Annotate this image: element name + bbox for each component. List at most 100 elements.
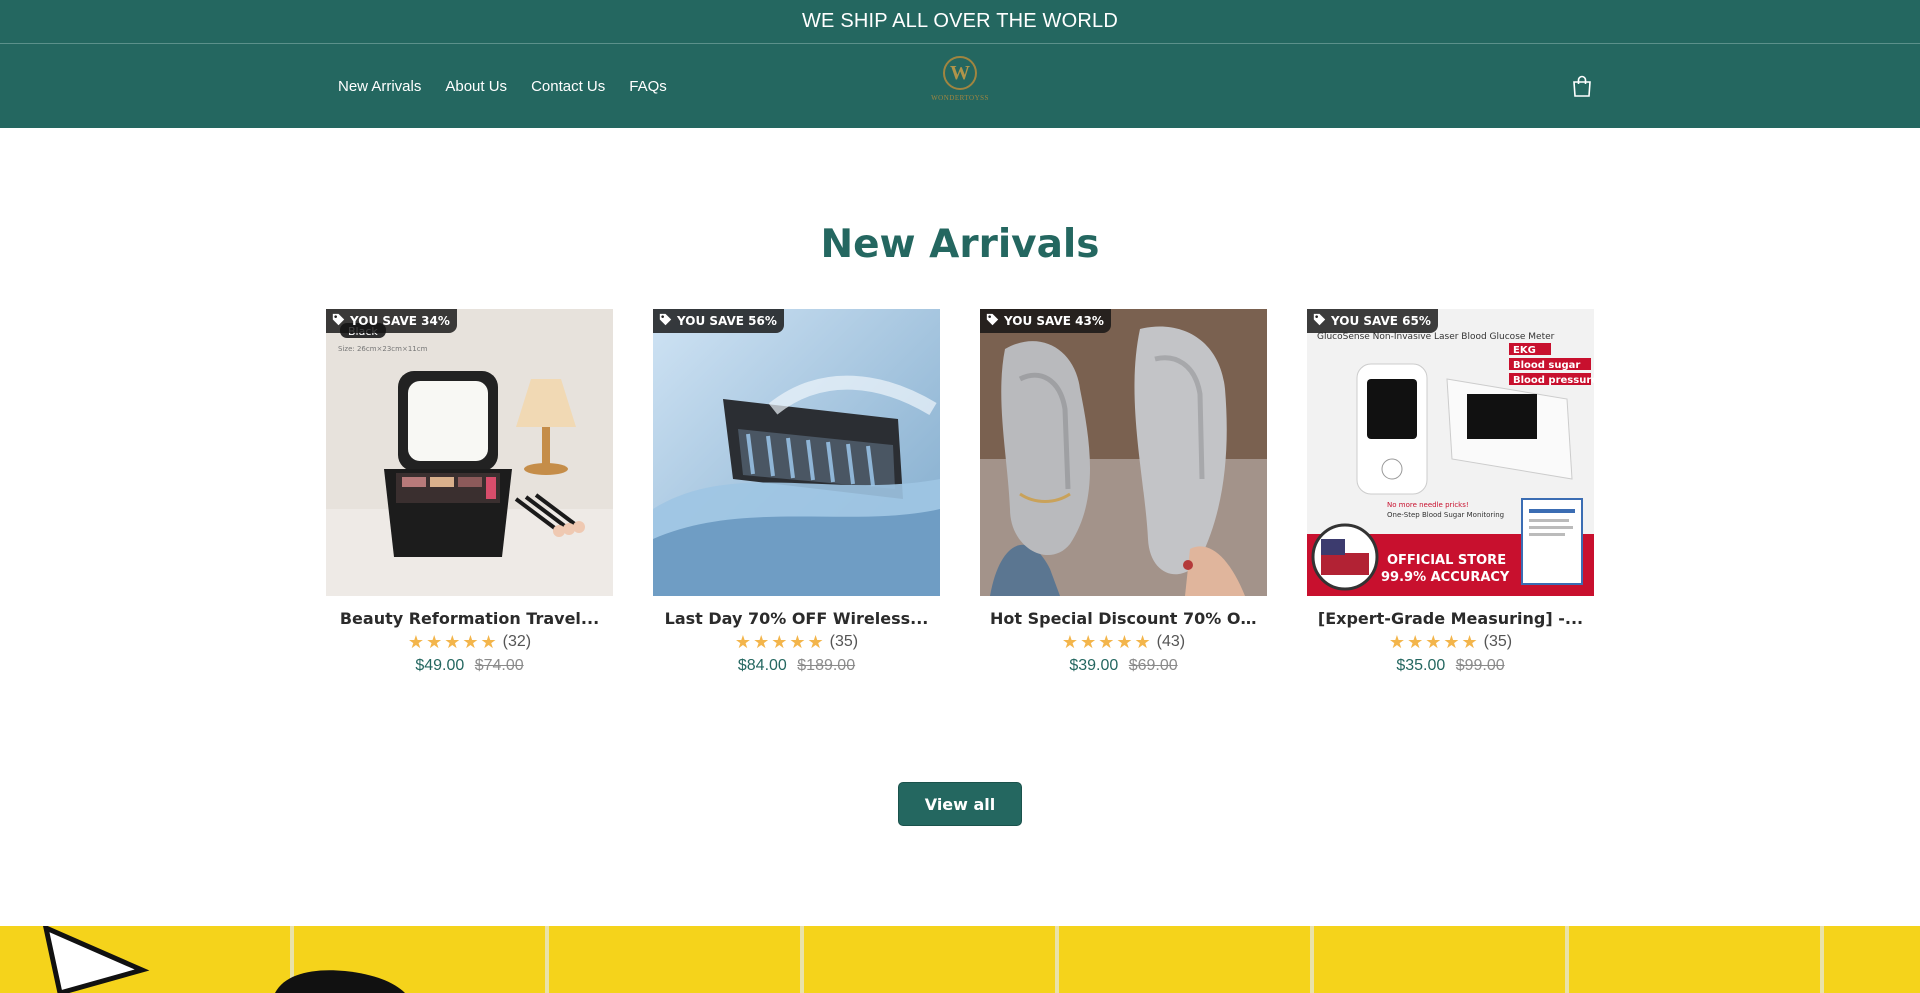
star-icon: ★ — [426, 632, 443, 652]
badge-text: YOU SAVE 34% — [350, 314, 450, 328]
sale-price: $84.00 — [737, 657, 787, 674]
product-rating: ★ ★ ★ ★ ★ (35) — [1307, 633, 1594, 651]
compare-price: $69.00 — [1128, 657, 1178, 674]
nav-new-arrivals[interactable]: New Arrivals — [338, 78, 421, 95]
section-title: New Arrivals — [820, 222, 1100, 267]
svg-text:99.9% ACCURACY: 99.9% ACCURACY — [1381, 570, 1510, 585]
star-icon: ★ — [789, 632, 806, 652]
discount-badge: YOU SAVE 56% — [653, 309, 784, 333]
air-cooler-image — [653, 309, 940, 596]
product-rating: ★ ★ ★ ★ ★ (35) — [653, 633, 940, 651]
svg-text:OFFICIAL STORE: OFFICIAL STORE — [1387, 553, 1506, 568]
store-logo[interactable]: W WONDERTOYSS — [926, 56, 994, 112]
product-card[interactable]: GlucoSense Non-Invasive Laser Blood Gluc… — [1307, 309, 1594, 675]
site-header: New Arrivals About Us Contact Us FAQs W … — [0, 44, 1920, 128]
sale-price: $35.00 — [1396, 657, 1446, 674]
product-title[interactable]: Beauty Reformation Travel... — [326, 609, 613, 628]
cart-button[interactable] — [1570, 74, 1594, 98]
product-image[interactable]: GlucoSense Non-Invasive Laser Blood Gluc… — [1307, 309, 1594, 596]
banner-divider — [1565, 926, 1569, 993]
tag-icon — [986, 313, 999, 329]
badge-text: YOU SAVE 43% — [1004, 314, 1104, 328]
star-icon: ★ — [480, 632, 497, 652]
star-icon: ★ — [407, 632, 425, 652]
star-icon: ★ — [753, 632, 770, 652]
star-icon: ★ — [1098, 632, 1115, 652]
makeup-case-image: Black Size: 26cm×23cm×11cm — [326, 309, 613, 596]
product-image[interactable]: YOU SAVE 56% — [653, 309, 940, 596]
rating-count: (35) — [829, 633, 859, 650]
star-icon: ★ — [1425, 632, 1442, 652]
tag-icon — [659, 313, 672, 329]
star-icon: ★ — [1061, 632, 1079, 652]
banner-divider — [1055, 926, 1059, 993]
discount-badge: YOU SAVE 43% — [980, 309, 1111, 333]
svg-text:EKG: EKG — [1513, 345, 1536, 356]
product-image[interactable]: Black Size: 26cm×23cm×11cm — [326, 309, 613, 596]
logo-emblem: W — [943, 56, 977, 90]
star-icon: ★ — [807, 632, 824, 652]
glucose-meter-image: GlucoSense Non-Invasive Laser Blood Gluc… — [1307, 309, 1594, 596]
product-rating: ★ ★ ★ ★ ★ (32) — [326, 633, 613, 651]
badge-text: YOU SAVE 56% — [677, 314, 777, 328]
sale-price: $39.00 — [1069, 657, 1119, 674]
star-icon: ★ — [1388, 632, 1406, 652]
discount-badge: YOU SAVE 34% — [326, 309, 457, 333]
rating-count: (32) — [502, 633, 532, 650]
svg-text:No more needle pricks!: No more needle pricks! — [1387, 501, 1469, 509]
banner-divider — [1820, 926, 1824, 993]
star-icon: ★ — [462, 632, 479, 652]
star-icon: ★ — [1461, 632, 1478, 652]
nav-faqs[interactable]: FAQs — [629, 78, 667, 95]
star-icon: ★ — [1080, 632, 1097, 652]
compare-price: $99.00 — [1455, 657, 1505, 674]
product-rating: ★ ★ ★ ★ ★ (43) — [980, 633, 1267, 651]
product-prices: $49.00 $74.00 — [326, 657, 613, 675]
star-icon: ★ — [1407, 632, 1424, 652]
star-icon: ★ — [444, 632, 461, 652]
nav-about-us[interactable]: About Us — [445, 78, 507, 95]
product-title[interactable]: [Expert-Grade Measuring] -... — [1307, 609, 1594, 628]
product-title[interactable]: Hot Special Discount 70% OFF... — [980, 609, 1267, 628]
svg-text:One-Step Blood Sugar Monitorin: One-Step Blood Sugar Monitoring — [1387, 511, 1504, 519]
discount-badge: YOU SAVE 65% — [1307, 309, 1438, 333]
tag-icon — [332, 313, 345, 329]
announcement-bar: WE SHIP ALL OVER THE WORLD — [0, 0, 1920, 44]
play-icon[interactable] — [40, 926, 150, 993]
product-prices: $84.00 $189.00 — [653, 657, 940, 675]
product-prices: $35.00 $99.00 — [1307, 657, 1594, 675]
svg-text:Size: 26cm×23cm×11cm: Size: 26cm×23cm×11cm — [338, 345, 428, 353]
star-icon: ★ — [771, 632, 788, 652]
svg-text:Blood pressure: Blood pressure — [1513, 375, 1594, 386]
product-card[interactable]: YOU SAVE 43% Hot Special Discount 70% OF… — [980, 309, 1267, 675]
tag-icon — [1313, 313, 1326, 329]
person-hair-image — [275, 970, 405, 993]
logo-text: WONDERTOYSS — [931, 94, 989, 102]
product-image[interactable]: YOU SAVE 43% — [980, 309, 1267, 596]
star-icon: ★ — [1443, 632, 1460, 652]
banner-divider — [1310, 926, 1314, 993]
nav-contact-us[interactable]: Contact Us — [531, 78, 605, 95]
sale-price: $49.00 — [415, 657, 465, 674]
view-all-button[interactable]: View all — [898, 782, 1022, 826]
star-icon: ★ — [1116, 632, 1133, 652]
product-card[interactable]: YOU SAVE 56% Last Day 70% OFF Wireless..… — [653, 309, 940, 675]
compare-price: $74.00 — [474, 657, 524, 674]
rating-count: (43) — [1156, 633, 1186, 650]
shopping-bag-icon — [1573, 75, 1591, 97]
star-icon: ★ — [1134, 632, 1151, 652]
compare-price: $189.00 — [797, 657, 856, 674]
badge-text: YOU SAVE 65% — [1331, 314, 1431, 328]
product-prices: $39.00 $69.00 — [980, 657, 1267, 675]
main-nav: New Arrivals About Us Contact Us FAQs — [338, 44, 667, 128]
product-title[interactable]: Last Day 70% OFF Wireless... — [653, 609, 940, 628]
announcement-text: WE SHIP ALL OVER THE WORLD — [801, 10, 1119, 32]
rating-count: (35) — [1483, 633, 1513, 650]
star-icon: ★ — [734, 632, 752, 652]
banner-divider — [545, 926, 549, 993]
svg-text:Blood sugar: Blood sugar — [1513, 360, 1580, 371]
promo-banner — [0, 926, 1920, 993]
sneakers-image — [980, 309, 1267, 596]
banner-divider — [800, 926, 804, 993]
product-card[interactable]: Black Size: 26cm×23cm×11cm — [326, 309, 613, 675]
